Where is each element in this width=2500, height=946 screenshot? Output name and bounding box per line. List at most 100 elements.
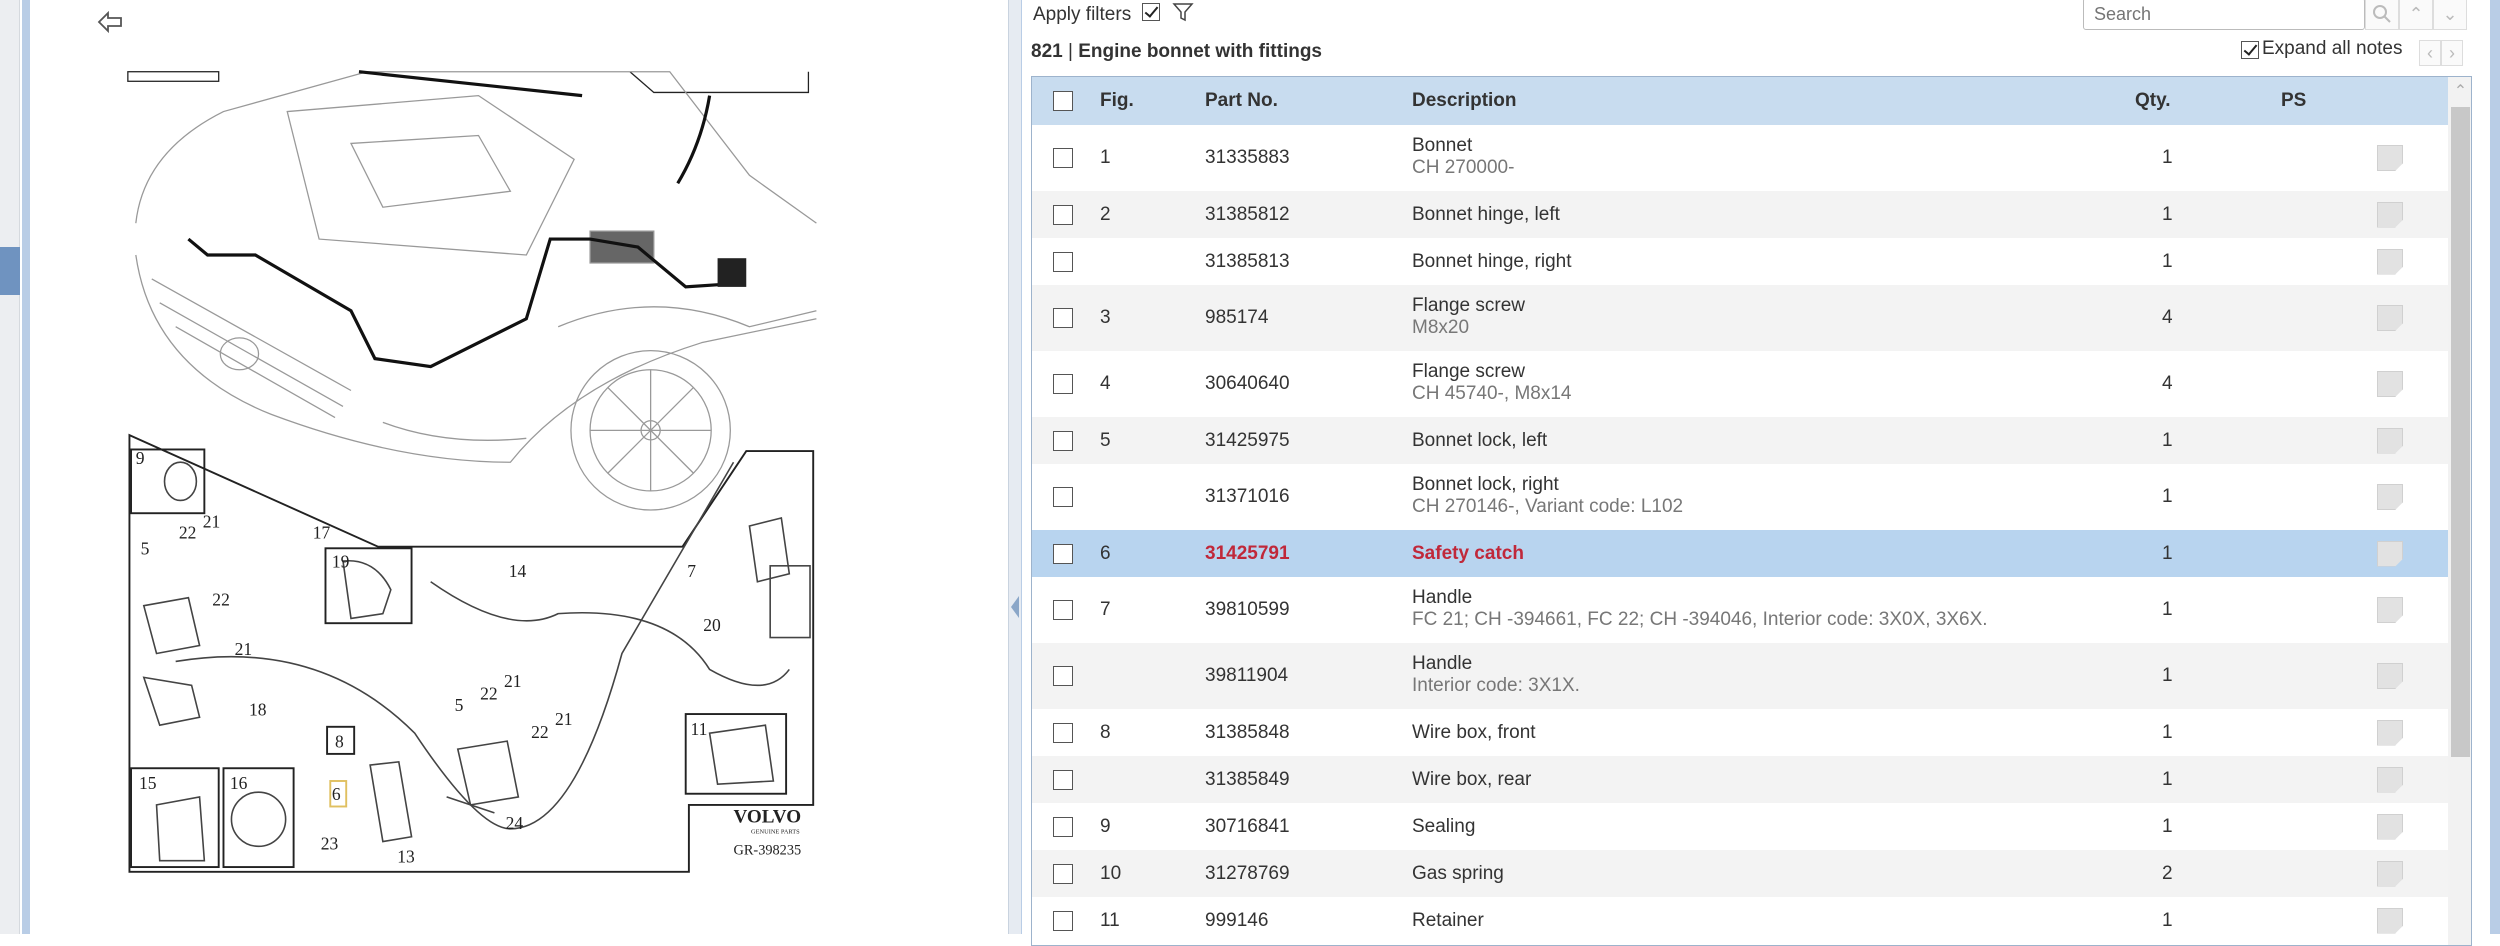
apply-filters-checkbox[interactable] bbox=[1142, 3, 1160, 21]
table-row[interactable]: 1 31335883 Bonnet CH 270000- 1 bbox=[1032, 125, 2448, 191]
part-number-cell[interactable]: 30716841 bbox=[1205, 816, 1290, 838]
table-scrollbar[interactable]: ⌃ bbox=[2448, 77, 2471, 945]
part-number-cell[interactable]: 39810599 bbox=[1205, 599, 1290, 621]
part-number-cell[interactable]: 31335883 bbox=[1205, 147, 1290, 169]
note-icon[interactable] bbox=[2377, 540, 2403, 567]
callout[interactable]: 21 bbox=[555, 709, 573, 729]
table-row[interactable]: 5 31425975 Bonnet lock, left 1 bbox=[1032, 417, 2448, 464]
callout[interactable]: 22 bbox=[179, 523, 197, 543]
search-input[interactable] bbox=[2083, 0, 2365, 30]
row-checkbox[interactable] bbox=[1053, 722, 1073, 743]
part-number-cell[interactable]: 985174 bbox=[1205, 307, 1268, 329]
panel-splitter[interactable] bbox=[1008, 0, 1022, 934]
part-number-cell[interactable]: 31385849 bbox=[1205, 769, 1290, 791]
search-next-button[interactable]: ⌄ bbox=[2433, 0, 2467, 30]
row-checkbox[interactable] bbox=[1053, 666, 1073, 686]
table-row[interactable]: 8 31385848 Wire box, front 1 bbox=[1032, 709, 2448, 756]
table-row[interactable]: 6 31425791 Safety catch 1 bbox=[1032, 530, 2448, 577]
note-icon[interactable] bbox=[2377, 201, 2403, 228]
part-number-cell[interactable]: 31425975 bbox=[1205, 430, 1290, 452]
filter-icon[interactable] bbox=[1172, 2, 1194, 22]
note-icon[interactable] bbox=[2377, 371, 2403, 397]
row-checkbox[interactable] bbox=[1053, 816, 1073, 837]
row-checkbox[interactable] bbox=[1053, 430, 1073, 451]
part-number-cell[interactable]: 999146 bbox=[1205, 910, 1268, 932]
note-icon[interactable] bbox=[2377, 766, 2403, 793]
callout[interactable]: 15 bbox=[139, 773, 157, 793]
col-ps[interactable]: PS bbox=[2281, 90, 2306, 112]
row-checkbox[interactable] bbox=[1053, 600, 1073, 620]
note-icon[interactable] bbox=[2377, 597, 2403, 623]
scroll-up-icon[interactable]: ⌃ bbox=[2448, 77, 2471, 107]
table-row[interactable]: 9 30716841 Sealing 1 bbox=[1032, 803, 2448, 850]
note-icon[interactable] bbox=[2377, 860, 2403, 887]
row-checkbox[interactable] bbox=[1053, 251, 1073, 272]
part-number-cell[interactable]: 31425791 bbox=[1205, 543, 1290, 565]
note-icon[interactable] bbox=[2377, 484, 2403, 510]
table-row[interactable]: 7 39810599 Handle FC 21; CH -394661, FC 22;… bbox=[1032, 577, 2448, 643]
table-row[interactable]: 3 985174 Flange screw M8x20 4 bbox=[1032, 285, 2448, 351]
table-row[interactable]: 39811904 Handle Interior code: 3X1X. 1 bbox=[1032, 643, 2448, 709]
callout[interactable]: 22 bbox=[480, 684, 498, 704]
callout[interactable]: 24 bbox=[506, 813, 524, 833]
table-row[interactable]: 4 30640640 Flange screw CH 45740-, M8x14 4 bbox=[1032, 351, 2448, 417]
callout[interactable]: 23 bbox=[321, 834, 339, 854]
note-icon[interactable] bbox=[2377, 719, 2403, 746]
search-prev-button[interactable]: ⌃ bbox=[2399, 0, 2433, 30]
table-row[interactable]: 31385813 Bonnet hinge, right 1 bbox=[1032, 238, 2448, 285]
row-checkbox[interactable] bbox=[1053, 308, 1073, 328]
callout[interactable]: 17 bbox=[313, 523, 331, 543]
collapse-left-icon[interactable] bbox=[1011, 596, 1019, 618]
row-checkbox[interactable] bbox=[1053, 148, 1073, 168]
callout[interactable]: 18 bbox=[249, 700, 267, 720]
col-fig[interactable]: Fig. bbox=[1100, 90, 1134, 112]
callout[interactable]: 22 bbox=[212, 590, 230, 610]
table-row[interactable]: 11 999146 Retainer 1 bbox=[1032, 897, 2448, 944]
callout[interactable]: 20 bbox=[703, 615, 721, 635]
note-icon[interactable] bbox=[2377, 907, 2403, 934]
callout[interactable]: 11 bbox=[690, 719, 707, 739]
row-checkbox[interactable] bbox=[1053, 374, 1073, 394]
note-icon[interactable] bbox=[2377, 813, 2403, 840]
note-icon[interactable] bbox=[2377, 427, 2403, 454]
note-icon[interactable] bbox=[2377, 305, 2403, 331]
prev-note-button[interactable]: ‹ bbox=[2419, 40, 2441, 66]
expand-all-notes-checkbox[interactable] bbox=[2241, 41, 2259, 59]
callout[interactable]: 6 bbox=[332, 784, 341, 804]
callout[interactable]: 5 bbox=[455, 695, 464, 715]
part-number-cell[interactable]: 39811904 bbox=[1205, 665, 1288, 687]
callout[interactable]: 9 bbox=[136, 448, 145, 468]
note-icon[interactable] bbox=[2377, 248, 2403, 275]
callout[interactable]: 21 bbox=[235, 639, 253, 659]
search-button[interactable] bbox=[2365, 0, 2399, 30]
part-number-cell[interactable]: 31385812 bbox=[1205, 204, 1290, 226]
part-number-cell[interactable]: 30640640 bbox=[1205, 373, 1290, 395]
row-checkbox[interactable] bbox=[1053, 769, 1073, 790]
note-icon[interactable] bbox=[2377, 145, 2403, 171]
callout[interactable]: 21 bbox=[504, 671, 522, 691]
note-icon[interactable] bbox=[2377, 663, 2403, 689]
row-checkbox[interactable] bbox=[1053, 863, 1073, 884]
callout[interactable]: 21 bbox=[203, 512, 221, 532]
callout[interactable]: 5 bbox=[141, 539, 150, 559]
col-description[interactable]: Description bbox=[1412, 90, 1517, 112]
select-all-checkbox[interactable] bbox=[1053, 91, 1073, 111]
part-number-cell[interactable]: 31385848 bbox=[1205, 722, 1290, 744]
next-note-button[interactable]: › bbox=[2441, 40, 2463, 66]
table-row[interactable]: 10 31278769 Gas spring 2 bbox=[1032, 850, 2448, 897]
callout[interactable]: 14 bbox=[509, 561, 527, 581]
callout[interactable]: 19 bbox=[332, 551, 350, 571]
callout[interactable]: 13 bbox=[397, 846, 415, 866]
callout[interactable]: 7 bbox=[687, 561, 696, 581]
row-checkbox[interactable] bbox=[1053, 204, 1073, 225]
callout[interactable]: 16 bbox=[230, 773, 248, 793]
row-checkbox[interactable] bbox=[1053, 910, 1073, 931]
table-row[interactable]: 31385849 Wire box, rear 1 bbox=[1032, 756, 2448, 803]
part-number-cell[interactable]: 31371016 bbox=[1205, 486, 1290, 508]
callout[interactable]: 8 bbox=[335, 732, 344, 752]
callout[interactable]: 22 bbox=[531, 722, 549, 742]
part-number-cell[interactable]: 31385813 bbox=[1205, 251, 1290, 273]
part-number-cell[interactable]: 31278769 bbox=[1205, 863, 1290, 885]
row-checkbox[interactable] bbox=[1053, 487, 1073, 507]
col-part-no[interactable]: Part No. bbox=[1205, 90, 1278, 112]
